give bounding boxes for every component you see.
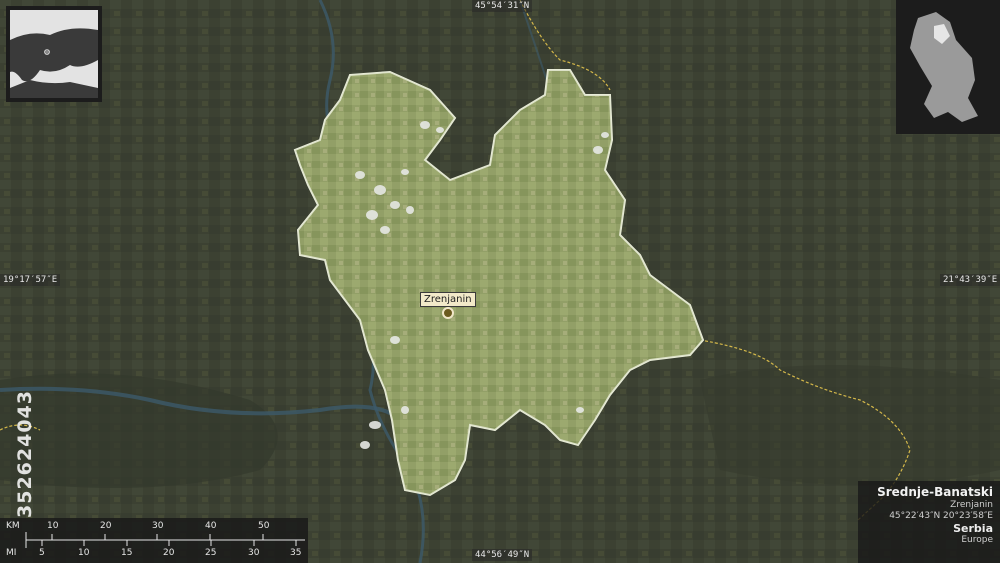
city-label-zrenjanin: Zrenjanin [420,292,476,307]
scale-km-tick: 10 [47,521,59,531]
region-info-box: Srednje-Banatski Zrenjanin 45°22′43″N 20… [858,481,1000,563]
scale-km-unit: KM [6,521,20,531]
satellite-map [0,0,1000,563]
scale-mi-tick: 10 [78,548,90,558]
scale-mi-tick: 20 [163,548,175,558]
coord-left: 19°17′57″E [0,274,61,286]
hill-area [700,365,1000,485]
city-marker-icon [442,307,454,319]
stock-id-watermark: 352624043 [14,390,36,518]
coord-right: 21°43′39″E [940,274,1000,286]
scale-mi-tick: 5 [39,548,45,558]
scale-mi-tick: 25 [205,548,217,558]
scale-mi-tick: 35 [290,548,302,558]
coord-top: 45°54′31″N [472,0,533,12]
scale-km-tick: 50 [258,521,270,531]
region-country: Serbia [953,522,993,535]
scale-km-tick: 40 [205,521,217,531]
scale-bar: KM MI 10 20 30 40 50 5 10 15 20 25 30 35 [0,518,308,563]
scale-mi-unit: MI [6,548,17,558]
overview-locator [44,49,50,55]
scale-km-tick: 20 [100,521,112,531]
region-center-coords: 45°22′43″N 20°23′58″E [889,511,993,521]
scale-mi-tick: 15 [121,548,133,558]
region-capital: Zrenjanin [950,500,993,510]
map-view: 45°54′31″N 44°56′49″N 19°17′57″E 21°43′3… [0,0,1000,563]
region-continent: Europe [961,535,993,545]
scale-km-tick: 30 [152,521,164,531]
coord-bottom: 44°56′49″N [472,549,533,561]
scale-mi-tick: 30 [248,548,260,558]
region-name: Srednje-Banatski [877,485,993,499]
